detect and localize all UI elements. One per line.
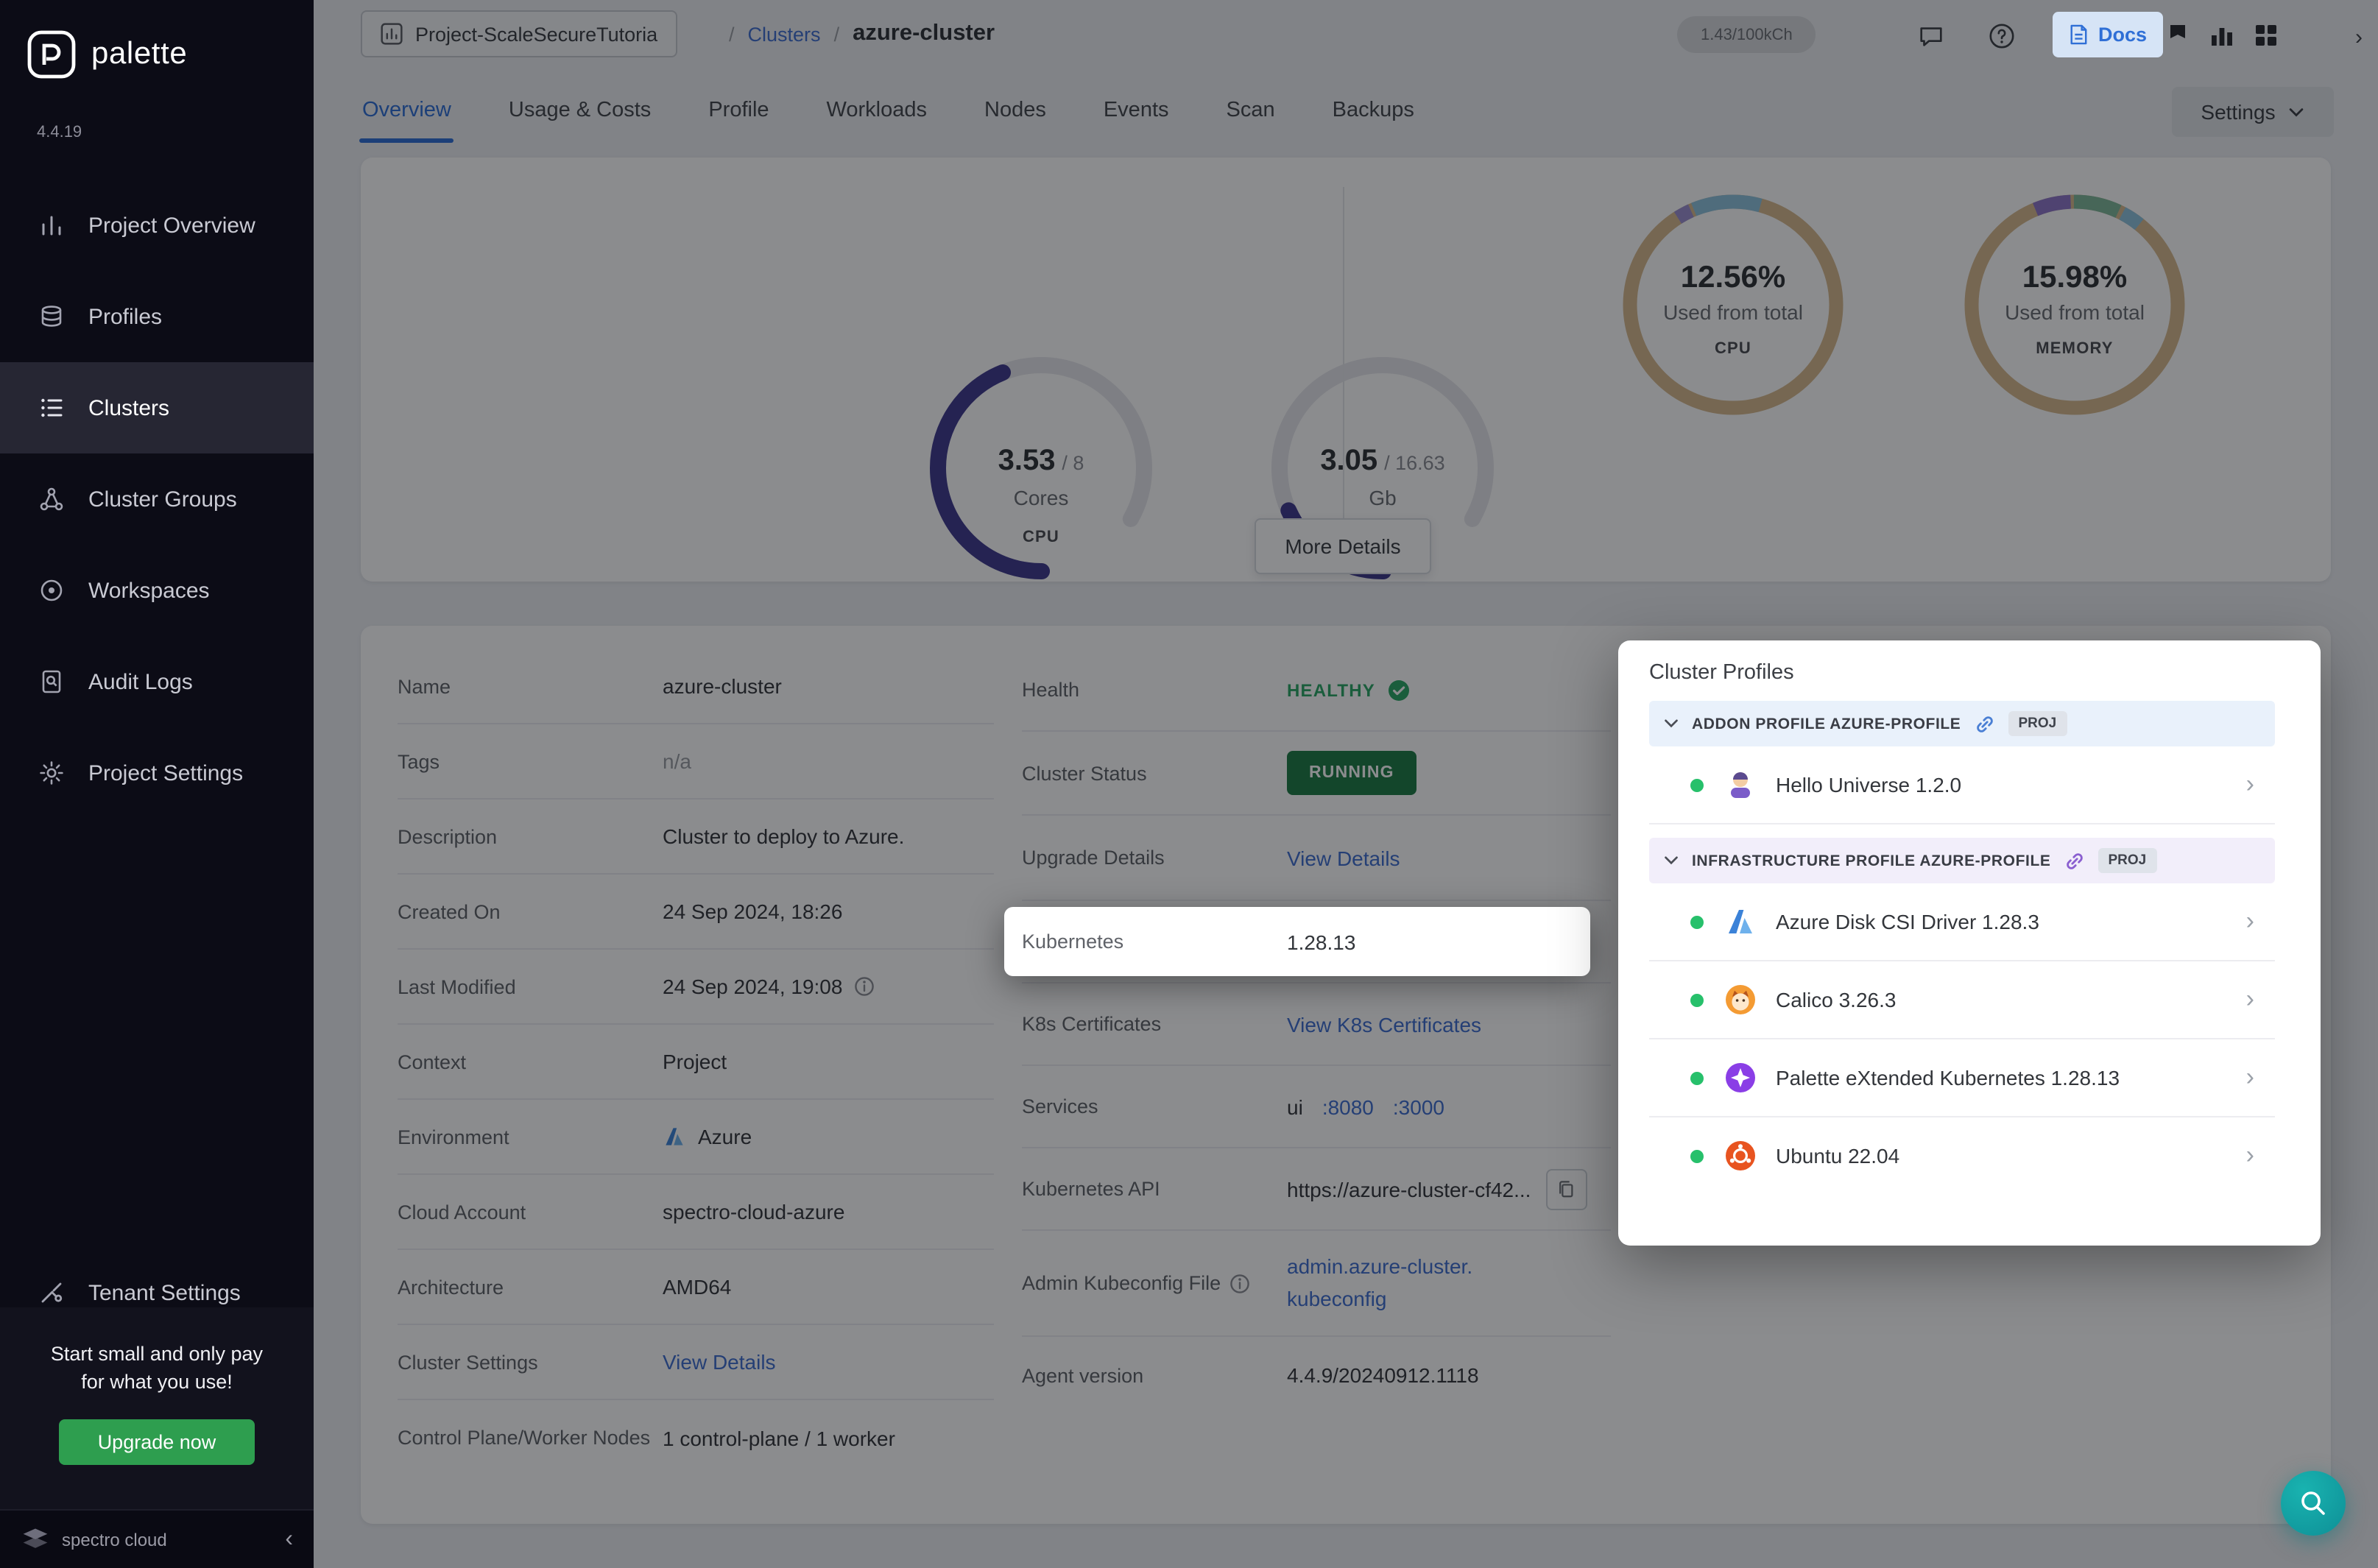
search-icon [2301, 1491, 2325, 1515]
chevron-down-icon [1665, 719, 1678, 728]
ubuntu-icon [1724, 1140, 1757, 1172]
chevron-right-icon: › [2245, 1063, 2254, 1091]
sidebar-item-project-overview[interactable]: Project Overview [0, 180, 314, 271]
chevron-right-icon: › [2245, 907, 2254, 935]
panel-title: Cluster Profiles [1649, 661, 1794, 685]
status-dot [1690, 993, 1704, 1006]
target-icon [38, 577, 65, 604]
layers-icon [38, 303, 65, 330]
brand-name: spectro cloud [62, 1529, 167, 1550]
link-icon[interactable] [2064, 850, 2085, 871]
docs-button-label: Docs [2098, 24, 2148, 46]
sidebar-menu: Project Overview Profiles Clusters Clust… [0, 180, 314, 819]
app-name: palette [91, 37, 188, 71]
docs-button[interactable]: Docs [2053, 12, 2164, 57]
palette-logo-icon [27, 29, 77, 80]
sidebar-item-label: Tenant Settings [88, 1280, 241, 1305]
app-version: 4.4.19 [37, 124, 82, 141]
sidebar-item-clusters[interactable]: Clusters [0, 362, 314, 453]
section-title: INFRASTRUCTURE PROFILE AZURE-PROFILE [1692, 852, 2051, 869]
profile-item-name: Palette eXtended Kubernetes 1.28.13 [1776, 1066, 2120, 1090]
sidebar-item-label: Cluster Groups [88, 487, 237, 512]
section-title: ADDON PROFILE AZURE-PROFILE [1692, 715, 1961, 732]
sidebar-footer: spectro cloud ‹ [0, 1509, 314, 1568]
cluster-profiles-panel: Cluster Profiles ADDON PROFILE AZURE-PRO… [1618, 640, 2321, 1246]
chevron-right-icon: › [2245, 1141, 2254, 1169]
azure-disk-icon [1724, 905, 1757, 938]
chevron-down-icon [1665, 856, 1678, 865]
bar-chart-icon [38, 212, 65, 239]
sidebar-item-label: Workspaces [88, 578, 210, 603]
status-dot [1690, 1149, 1704, 1162]
nodes-icon [38, 486, 65, 512]
profile-item-calico[interactable]: Calico 3.26.3 › [1649, 961, 2275, 1039]
promo-text-line2: for what you use! [81, 1371, 233, 1393]
field-label: Kubernetes [1022, 930, 1124, 953]
sidebar-item-label: Profiles [88, 304, 163, 329]
tools-icon [38, 1279, 65, 1306]
sidebar-item-audit-logs[interactable]: Audit Logs [0, 636, 314, 727]
addon-profile-section-header[interactable]: ADDON PROFILE AZURE-PROFILE PROJ [1649, 701, 2275, 746]
status-dot [1690, 1071, 1704, 1084]
spectro-cloud-logo-icon [21, 1527, 50, 1552]
sidebar-item-label: Audit Logs [88, 669, 193, 694]
sidebar-item-label: Project Overview [88, 213, 255, 238]
profile-item-palette-extended-kubernetes[interactable]: Palette eXtended Kubernetes 1.28.13 › [1649, 1039, 2275, 1117]
status-dot [1690, 778, 1704, 791]
profile-item-name: Azure Disk CSI Driver 1.28.3 [1776, 910, 2039, 933]
sidebar-item-project-settings[interactable]: Project Settings [0, 727, 314, 819]
link-icon[interactable] [1974, 713, 1994, 734]
sidebar: palette 4.4.19 Project Overview Profiles [0, 0, 314, 1568]
app-window: palette 4.4.19 Project Overview Profiles [0, 0, 2378, 1568]
profile-item-name: Calico 3.26.3 [1776, 988, 1897, 1011]
project-scope-badge: PROJ [2008, 711, 2067, 736]
gear-icon [38, 760, 65, 786]
infrastructure-profile-section-header[interactable]: INFRASTRUCTURE PROFILE AZURE-PROFILE PRO… [1649, 838, 2275, 883]
palette-logo[interactable]: palette [27, 29, 187, 80]
sidebar-item-label: Clusters [88, 395, 170, 420]
chevron-right-icon: › [2245, 770, 2254, 798]
upgrade-promo: Start small and only pay for what you us… [0, 1307, 314, 1509]
profile-item-ubuntu[interactable]: Ubuntu 22.04 › [1649, 1117, 2275, 1194]
sidebar-item-profiles[interactable]: Profiles [0, 271, 314, 362]
sidebar-item-label: Project Settings [88, 760, 244, 785]
docs-book-icon [2070, 24, 2087, 45]
calico-icon [1724, 983, 1757, 1016]
profile-item-azure-disk-csi[interactable]: Azure Disk CSI Driver 1.28.3 › [1649, 883, 2275, 961]
sidebar-item-workspaces[interactable]: Workspaces [0, 545, 314, 636]
profile-item-name: Hello Universe 1.2.0 [1776, 773, 1962, 797]
chevron-right-icon: › [2245, 985, 2254, 1013]
floating-search-button[interactable] [2281, 1471, 2346, 1536]
kubernetes-version-spotlight-row[interactable]: Kubernetes 1.28.13 [1004, 907, 1590, 976]
promo-text-line1: Start small and only pay [50, 1343, 264, 1365]
profile-item-hello-universe[interactable]: Hello Universe 1.2.0 › [1649, 746, 2275, 824]
project-scope-badge: PROJ [2097, 848, 2157, 873]
list-icon [38, 395, 65, 421]
sidebar-item-cluster-groups[interactable]: Cluster Groups [0, 453, 314, 545]
collapse-sidebar-icon[interactable]: ‹ [285, 1526, 293, 1553]
profile-item-name: Ubuntu 22.04 [1776, 1144, 1900, 1168]
hello-universe-icon [1724, 769, 1757, 801]
kubernetes-version-value: 1.28.13 [1287, 930, 1356, 953]
audit-log-icon [38, 668, 65, 695]
status-dot [1690, 915, 1704, 928]
pxk-star-icon [1724, 1062, 1757, 1094]
upgrade-now-button[interactable]: Upgrade now [59, 1419, 255, 1465]
